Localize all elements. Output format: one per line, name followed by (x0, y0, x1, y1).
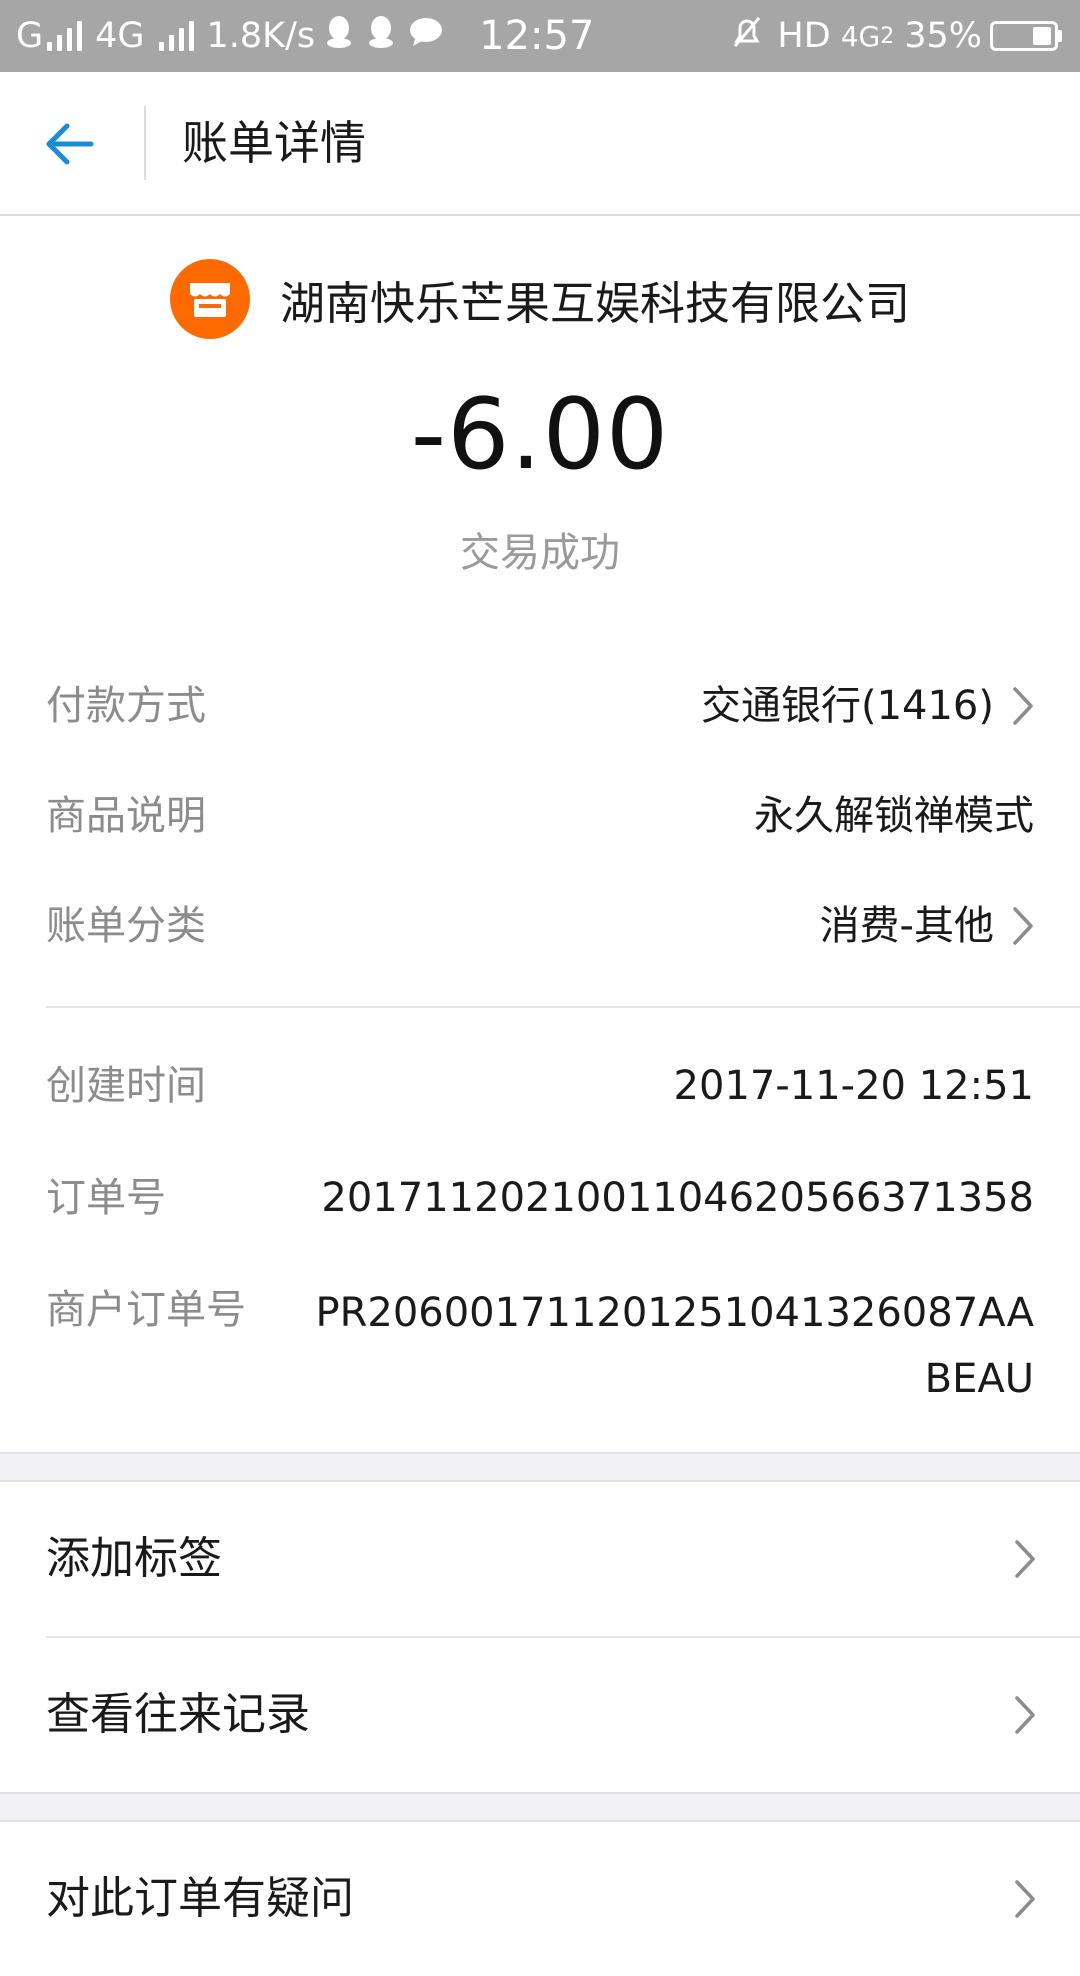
message-icon (409, 16, 443, 56)
qq-icon (325, 15, 353, 58)
view-history-label: 查看往来记录 (46, 1689, 310, 1740)
question-row[interactable]: 对此订单有疑问 (0, 1822, 1080, 1976)
header-divider (144, 106, 146, 180)
status-time: 12:57 (479, 13, 595, 59)
product-desc-row: 商品说明 永久解锁禅模式 (46, 786, 1034, 846)
signal-icon (158, 21, 199, 51)
order-no-value: 20171120210011046205663713​58 (321, 1175, 1034, 1221)
bill-category-text: 消费-其他 (819, 903, 994, 949)
add-tag-label: 添加标签 (46, 1533, 222, 1584)
order-no-label: 订单号 (46, 1175, 166, 1221)
created-time-row: 创建时间 2017-11-20 12:51 (46, 1056, 1034, 1116)
merchant-info: 湖南快乐芒果互娱科技有限公司 (0, 258, 1080, 340)
transaction-status: 交易成功 (460, 530, 620, 576)
status-bar-right: HD 4G 2 35% (731, 0, 1062, 72)
view-history-row[interactable]: 查看往来记录 (0, 1638, 1080, 1792)
bill-category-label: 账单分类 (46, 903, 206, 949)
qq-icon (367, 15, 395, 58)
product-desc-value: 永久解锁禅模式 (754, 793, 1034, 839)
payment-method-value: 交通银行(1416) (701, 676, 1034, 736)
merchant-order-value: PR206001711201251041326087AABEAU (315, 1290, 1034, 1402)
status-bar-left: G 4G 1.8K/s 12:57 (16, 0, 594, 72)
hd-label: HD (777, 16, 831, 56)
payment-method-row[interactable]: 付款方式 交通银行(1416) (46, 676, 1034, 736)
battery-icon (990, 21, 1062, 51)
chevron-right-icon (1015, 1540, 1035, 1578)
section-separator (0, 1792, 1080, 1822)
signal-icon (47, 21, 87, 51)
network-speed: 1.8K/s (206, 16, 316, 56)
created-time-label: 创建时间 (46, 1063, 206, 1109)
chevron-right-icon (1013, 907, 1033, 945)
details-divider (46, 1006, 1080, 1008)
chevron-right-icon (1015, 1696, 1035, 1734)
product-desc-label: 商品说明 (46, 793, 206, 839)
section-separator (0, 1452, 1080, 1482)
shop-icon (169, 259, 250, 339)
page-header: 账单详情 (0, 72, 1080, 216)
chevron-right-icon (1015, 1880, 1035, 1918)
network-4g-sub: 2 (880, 23, 895, 49)
bill-category-value: 消费-其他 (820, 896, 1034, 956)
network-label: 4G (95, 16, 145, 56)
carrier-label: G (16, 16, 44, 56)
status-bar: G 4G 1.8K/s 12:57 HD 4G 2 35% (0, 0, 1080, 72)
network-4g-label: 4G (840, 19, 881, 53)
transaction-amount: -6.00 (410, 378, 670, 492)
silent-icon (731, 15, 763, 58)
bill-category-row[interactable]: 账单分类 消费-其他 (46, 896, 1034, 956)
payment-method-label: 付款方式 (46, 683, 206, 729)
page-title: 账单详情 (182, 116, 366, 170)
battery-percent: 35% (904, 16, 982, 56)
created-time-value: 2017-11-20 12:51 (673, 1063, 1034, 1109)
add-tag-row[interactable]: 添加标签 (0, 1482, 1080, 1636)
back-button[interactable] (40, 114, 100, 174)
order-no-row: 订单号 20171120210011046205663713​58 (46, 1168, 1034, 1228)
question-label: 对此订单有疑问 (46, 1873, 354, 1924)
back-arrow-icon (46, 123, 94, 165)
chevron-right-icon (1013, 687, 1033, 725)
merchant-name: 湖南快乐芒果互娱科技有限公司 (279, 276, 910, 330)
merchant-order-label: 商户订单号 (46, 1287, 246, 1333)
payment-method-text: 交通银行(1416) (700, 683, 994, 729)
